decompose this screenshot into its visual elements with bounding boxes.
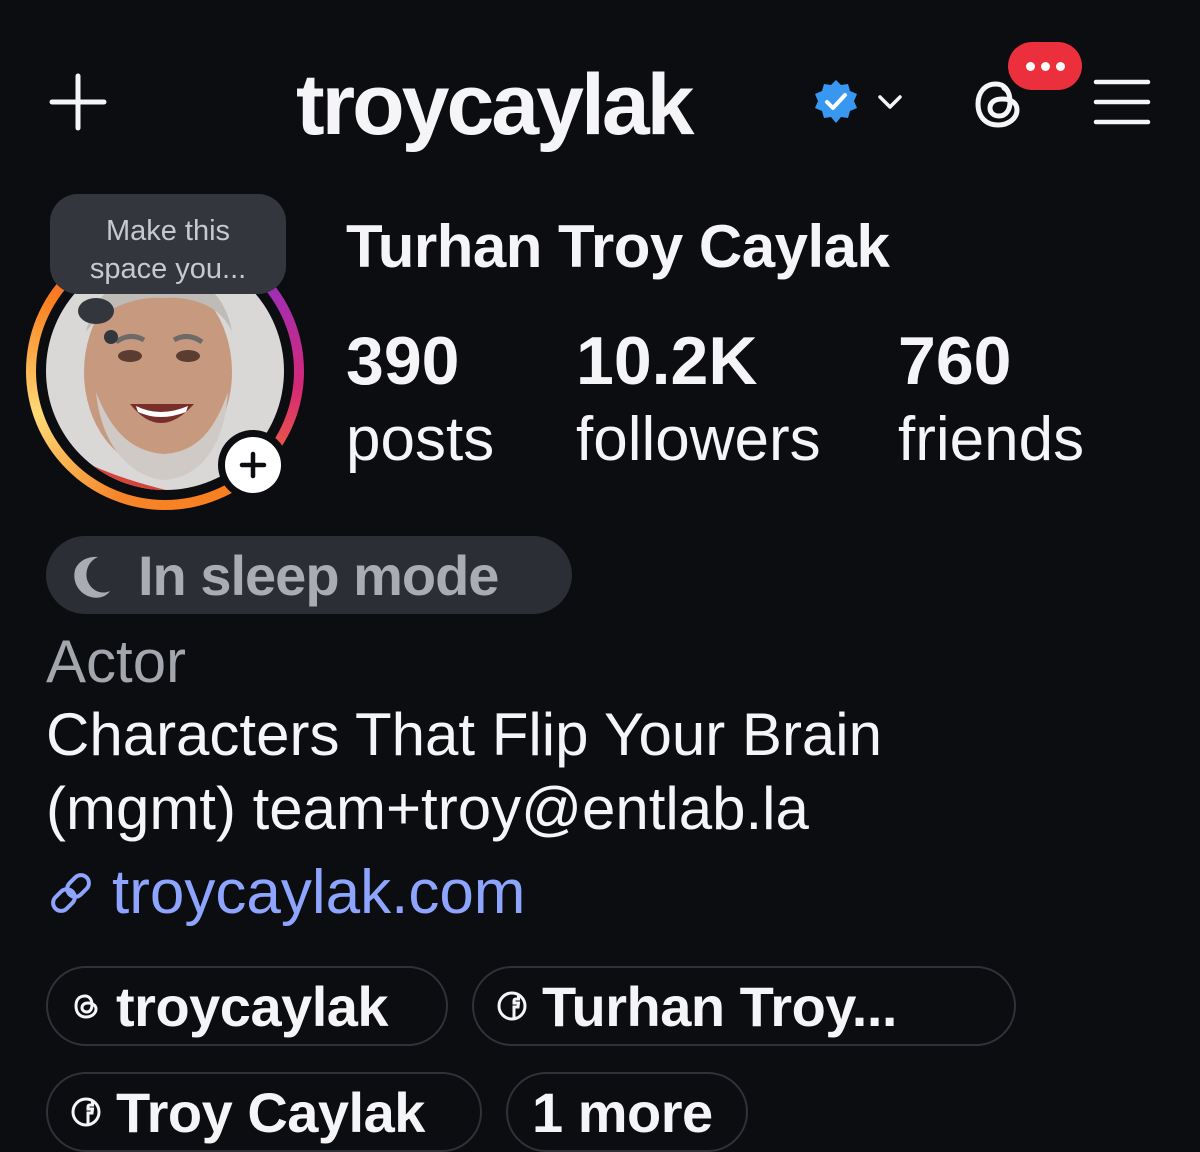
followers-stat[interactable]: 10.2K followers	[576, 322, 821, 480]
facebook-profile-chip[interactable]: Turhan Troy...	[472, 966, 1016, 1046]
chip-label: 1 more	[532, 1080, 713, 1144]
threads-profile-chip[interactable]: troycaylak	[46, 966, 448, 1046]
badge-dot	[1055, 61, 1065, 71]
chip-label: troycaylak	[116, 974, 389, 1038]
facebook-icon	[71, 1097, 101, 1127]
more-links-chip[interactable]: 1 more	[506, 1072, 748, 1152]
account-username[interactable]: troycaylak	[296, 50, 695, 160]
bio-line: (mgmt) team+troy@entlab.la	[46, 775, 809, 842]
hamburger-menu-icon[interactable]	[1092, 74, 1152, 130]
website-link[interactable]: troycaylak.com	[46, 856, 525, 930]
add-story-button[interactable]	[218, 430, 288, 500]
note-bubble[interactable]: Make this space you...	[50, 194, 286, 294]
badge-dot	[1040, 61, 1050, 71]
website-url[interactable]: troycaylak.com	[112, 856, 525, 930]
friends-label: friends	[898, 405, 1085, 474]
note-text-line1: Make this	[105, 215, 231, 247]
moon-icon	[74, 556, 110, 598]
posts-label: posts	[346, 405, 495, 474]
note-bubble-tail-small	[104, 330, 118, 344]
status-text: In sleep mode	[138, 543, 499, 607]
create-button[interactable]	[46, 70, 110, 134]
bio-line: Characters That Flip Your Brain	[46, 701, 882, 768]
posts-count: 390	[346, 323, 460, 399]
followers-label: followers	[576, 405, 821, 474]
status-pill[interactable]: In sleep mode	[46, 536, 572, 614]
facebook-profile-chip[interactable]: Troy Caylak	[46, 1072, 482, 1152]
chevron-down-icon[interactable]	[872, 84, 908, 120]
note-bubble-tail	[78, 298, 114, 324]
profile-full-name: Turhan Troy Caylak	[346, 213, 890, 280]
link-icon	[51, 873, 91, 913]
followers-count: 10.2K	[576, 323, 758, 399]
friends-count: 760	[898, 323, 1012, 399]
friends-stat[interactable]: 760 friends	[898, 322, 1084, 480]
facebook-icon	[497, 991, 527, 1021]
plus-icon	[239, 451, 267, 479]
verified-badge-icon	[815, 80, 857, 123]
profile-category: Actor	[46, 628, 187, 695]
plus-icon	[49, 73, 107, 131]
chip-label: Troy Caylak	[116, 1080, 425, 1144]
chip-label: Turhan Troy...	[542, 974, 897, 1038]
posts-stat[interactable]: 390 posts	[346, 322, 494, 480]
threads-icon	[74, 994, 98, 1019]
add-story-circle	[225, 437, 281, 493]
notification-badge[interactable]	[1008, 42, 1082, 90]
note-text-line2: space you...	[89, 253, 247, 285]
badge-dot	[1025, 61, 1035, 71]
